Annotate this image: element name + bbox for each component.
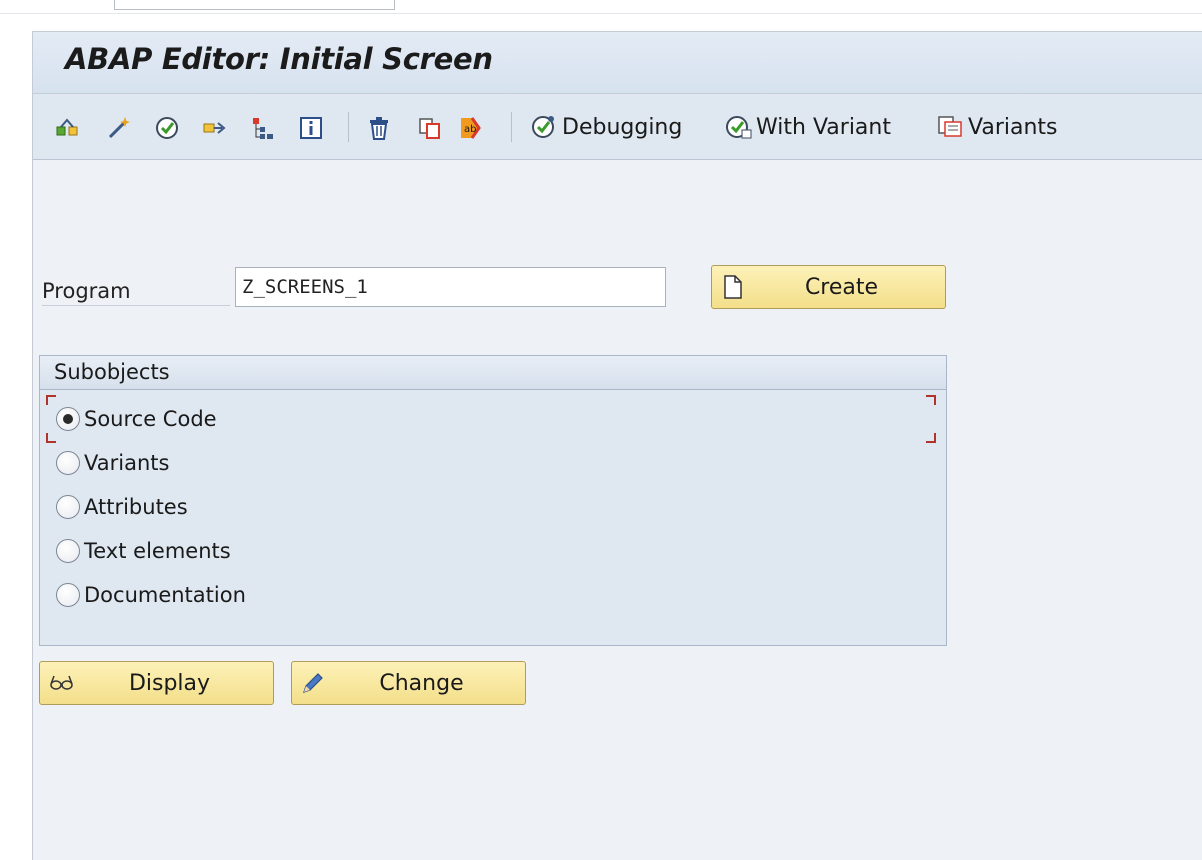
where-used-icon[interactable]	[201, 114, 229, 142]
top-strip	[0, 0, 1202, 14]
radio-label: Documentation	[84, 583, 246, 607]
radio-variants[interactable]: Variants	[56, 446, 169, 480]
display-button[interactable]: Display	[39, 661, 274, 705]
focus-marker	[926, 395, 936, 405]
radio-button[interactable]	[56, 451, 80, 475]
execute-variant-icon	[726, 116, 752, 139]
focus-marker	[926, 433, 936, 443]
variants-icon	[938, 116, 962, 137]
page-title: ABAP Editor: Initial Screen	[65, 42, 493, 76]
radio-button[interactable]	[56, 495, 80, 519]
focus-marker	[46, 433, 56, 443]
radio-label: Text elements	[84, 539, 231, 563]
copy-icon[interactable]	[416, 114, 444, 142]
debugging-button[interactable]: Debugging	[529, 111, 682, 143]
change-label: Change	[379, 670, 464, 696]
radio-text-elements[interactable]: Text elements	[56, 534, 231, 568]
delete-icon[interactable]	[365, 114, 393, 142]
radio-attributes[interactable]: Attributes	[56, 490, 188, 524]
debug-icon	[532, 116, 554, 138]
command-field[interactable]	[114, 0, 395, 10]
hierarchy-icon[interactable]	[249, 114, 277, 142]
title-bar: ABAP Editor: Initial Screen	[33, 32, 1202, 94]
rename-icon[interactable]: ab	[459, 114, 487, 142]
focus-marker	[46, 395, 56, 405]
variants-label: Variants	[968, 114, 1058, 140]
main-window: ABAP Editor: Initial Screen ab Debugging…	[32, 31, 1202, 860]
toolbar-separator	[511, 112, 512, 142]
toolbar-separator	[348, 112, 349, 142]
svg-text:ab: ab	[464, 124, 476, 135]
radio-button[interactable]	[56, 539, 80, 563]
magic-wand-icon[interactable]	[105, 114, 133, 142]
radio-source-code[interactable]: Source Code	[56, 402, 217, 436]
with-variant-label: With Variant	[756, 114, 891, 140]
subobjects-header: Subobjects	[40, 356, 946, 390]
display-label: Display	[128, 670, 211, 696]
radio-label: Source Code	[84, 407, 217, 431]
debugging-label: Debugging	[562, 114, 683, 140]
create-label: Create	[804, 274, 879, 300]
variants-button[interactable]: Variants	[935, 111, 1058, 143]
program-label: Program	[42, 276, 230, 306]
radio-label: Attributes	[84, 495, 188, 519]
create-button[interactable]: Create	[711, 265, 946, 309]
radio-button[interactable]	[56, 583, 80, 607]
radio-label: Variants	[84, 451, 170, 475]
subobjects-group: Subobjects Source Code Variants Attribut…	[39, 355, 947, 646]
check-icon[interactable]	[153, 114, 181, 142]
info-icon[interactable]	[297, 114, 325, 142]
radio-button[interactable]	[56, 407, 80, 431]
application-toolbar: ab Debugging With Variant Variants	[33, 94, 1202, 160]
other-object-icon[interactable]	[53, 114, 81, 142]
change-button[interactable]: Change	[291, 661, 526, 705]
with-variant-button[interactable]: With Variant	[723, 111, 891, 143]
program-input[interactable]	[235, 267, 666, 307]
radio-documentation[interactable]: Documentation	[56, 578, 246, 612]
